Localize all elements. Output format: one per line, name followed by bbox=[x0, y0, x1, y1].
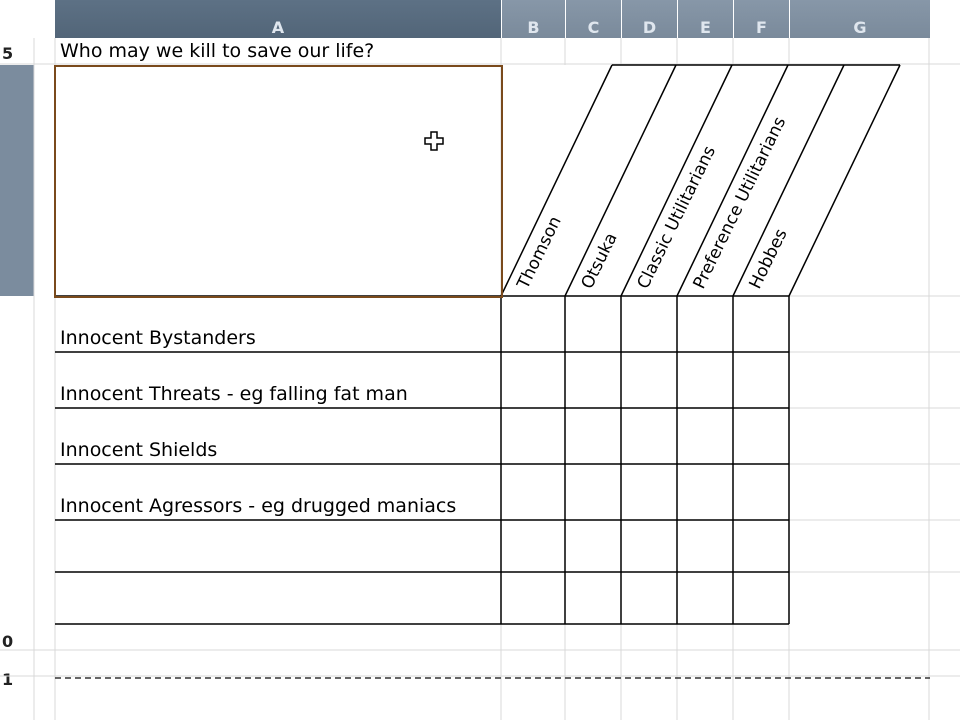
plus-move-cursor-icon bbox=[424, 131, 444, 151]
row-label-innocent-bystanders[interactable]: Innocent Bystanders bbox=[60, 327, 256, 349]
selected-cell-a2[interactable] bbox=[54, 65, 503, 298]
row-label-innocent-shields[interactable]: Innocent Shields bbox=[60, 439, 217, 461]
row-label-innocent-agressors[interactable]: Innocent Agressors - eg drugged maniacs bbox=[60, 495, 456, 517]
sheet-title[interactable]: Who may we kill to save our life? bbox=[60, 40, 374, 62]
header-hobbes: Hobbes bbox=[746, 226, 792, 292]
row-label-innocent-threats[interactable]: Innocent Threats - eg falling fat man bbox=[60, 383, 408, 405]
header-otsuka: Otsuka bbox=[578, 230, 622, 292]
